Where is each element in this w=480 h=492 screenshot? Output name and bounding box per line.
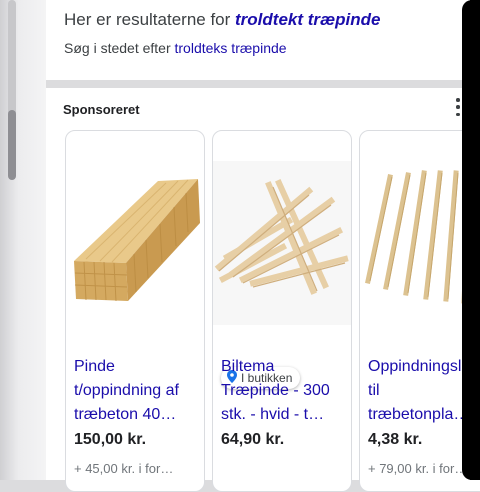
product-shipping: + 45,00 kr. i for…	[74, 461, 174, 476]
device-bezel	[462, 0, 480, 480]
corrected-query-bold: troldtekt	[235, 10, 304, 29]
product-price: 4,38 kr.	[368, 431, 423, 448]
product-card-1[interactable]: Pinde t/oppindning af træbeton 40… 150,0…	[65, 130, 205, 492]
product-title[interactable]: Pinde t/oppindning af træbeton 40…	[74, 355, 202, 427]
product-title[interactable]: Biltema Træpinde - 300 stk. - hvid - t…	[221, 355, 349, 427]
search-instead-prefix: Søg i stedet efter	[64, 40, 175, 56]
stacked-wooden-sticks-image	[66, 161, 204, 325]
pile-of-wooden-sticks-image	[213, 161, 351, 325]
product-price: 64,90 kr.	[221, 431, 285, 448]
corrected-query-rest: træpinde	[303, 10, 381, 29]
sponsored-products-card: Sponsoreret Pinde t/oppindning af træbet…	[46, 88, 480, 492]
showing-results-prefix: Her er resultaterne for	[64, 10, 236, 29]
spelling-correction-card: Her er resultaterne for troldtekt træpin…	[46, 0, 472, 80]
sponsored-label: Sponsoreret	[63, 102, 140, 117]
search-instead-for: Søg i stedet efter troldteks træpinde	[64, 40, 287, 56]
product-shipping: + 79,00 kr. i for…	[368, 461, 468, 476]
scrollbar-thumb[interactable]	[8, 110, 16, 180]
showing-results-for: Her er resultaterne for troldtekt træpin…	[64, 10, 380, 30]
corrected-query-link[interactable]: troldtekt træpinde	[235, 10, 380, 29]
product-price: 150,00 kr.	[74, 431, 147, 448]
product-card-2[interactable]: I butikken Biltema Træpinde - 300 stk. -…	[212, 130, 352, 492]
browser-side-strip	[0, 0, 46, 480]
original-query-link[interactable]: troldteks træpinde	[175, 40, 287, 56]
more-options-icon[interactable]	[454, 98, 462, 116]
